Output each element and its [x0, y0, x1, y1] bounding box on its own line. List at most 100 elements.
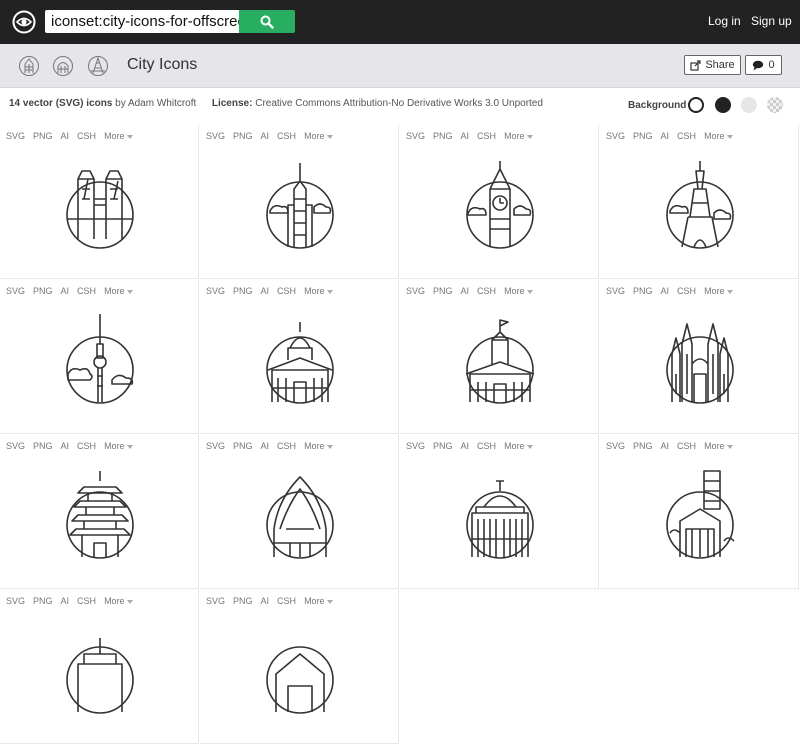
download-csh-link[interactable]: CSH: [77, 441, 96, 451]
download-csh-link[interactable]: CSH: [477, 441, 496, 451]
download-svg-link[interactable]: SVG: [206, 131, 225, 141]
license-text[interactable]: Creative Commons Attribution-No Derivati…: [252, 98, 543, 109]
download-ai-link[interactable]: AI: [261, 131, 270, 141]
icon-card[interactable]: SVG PNG AI CSH More: [600, 435, 799, 589]
download-ai-link[interactable]: AI: [461, 286, 470, 296]
download-png-link[interactable]: PNG: [33, 131, 53, 141]
download-more-link[interactable]: More: [704, 286, 733, 296]
download-csh-link[interactable]: CSH: [677, 131, 696, 141]
city-icon-14[interactable]: [264, 624, 336, 716]
download-png-link[interactable]: PNG: [433, 441, 453, 451]
download-png-link[interactable]: PNG: [33, 596, 53, 606]
sagrada-familia-icon[interactable]: [664, 314, 736, 406]
opera-house-icon[interactable]: [264, 469, 336, 561]
capitol-icon[interactable]: [464, 469, 536, 561]
icon-card[interactable]: SVG PNG AI CSH More: [400, 125, 599, 279]
download-ai-link[interactable]: AI: [61, 131, 70, 141]
download-csh-link[interactable]: CSH: [277, 286, 296, 296]
download-more-link[interactable]: More: [504, 131, 533, 141]
download-more-link[interactable]: More: [304, 596, 333, 606]
download-ai-link[interactable]: AI: [61, 441, 70, 451]
icon-card[interactable]: SVG PNG AI CSH More: [0, 280, 199, 434]
download-png-link[interactable]: PNG: [233, 286, 253, 296]
login-link[interactable]: Log in: [708, 14, 741, 28]
download-ai-link[interactable]: AI: [261, 286, 270, 296]
download-ai-link[interactable]: AI: [461, 441, 470, 451]
icon-card[interactable]: SVG PNG AI CSH More: [400, 280, 599, 434]
icon-card[interactable]: SVG PNG AI CSH More: [600, 280, 799, 434]
windmill-icon[interactable]: [664, 469, 736, 561]
download-png-link[interactable]: PNG: [233, 131, 253, 141]
download-more-link[interactable]: More: [704, 131, 733, 141]
icon-card[interactable]: SVG PNG AI CSH More: [200, 435, 399, 589]
icon-card[interactable]: SVG PNG AI CSH More: [200, 125, 399, 279]
download-svg-link[interactable]: SVG: [6, 596, 25, 606]
download-ai-link[interactable]: AI: [661, 286, 670, 296]
download-more-link[interactable]: More: [304, 131, 333, 141]
download-png-link[interactable]: PNG: [433, 131, 453, 141]
icon-card[interactable]: SVG PNG AI CSH More: [0, 435, 199, 589]
download-ai-link[interactable]: AI: [61, 596, 70, 606]
comments-button[interactable]: 0: [745, 55, 782, 75]
download-ai-link[interactable]: AI: [261, 596, 270, 606]
download-png-link[interactable]: PNG: [433, 286, 453, 296]
icon-card[interactable]: SVG PNG AI CSH More: [200, 590, 399, 744]
icon-card[interactable]: SVG PNG AI CSH More: [400, 435, 599, 589]
download-png-link[interactable]: PNG: [233, 441, 253, 451]
eiffel-tower-icon[interactable]: [664, 159, 736, 251]
download-more-link[interactable]: More: [304, 286, 333, 296]
download-svg-link[interactable]: SVG: [6, 441, 25, 451]
search-button[interactable]: [239, 10, 295, 33]
signup-link[interactable]: Sign up: [751, 14, 792, 28]
download-png-link[interactable]: PNG: [233, 596, 253, 606]
download-more-link[interactable]: More: [504, 441, 533, 451]
download-svg-link[interactable]: SVG: [6, 286, 25, 296]
download-csh-link[interactable]: CSH: [77, 131, 96, 141]
town-hall-icon[interactable]: [464, 314, 536, 406]
download-png-link[interactable]: PNG: [33, 441, 53, 451]
background-white-swatch[interactable]: [688, 97, 704, 113]
download-more-link[interactable]: More: [104, 131, 133, 141]
download-png-link[interactable]: PNG: [633, 131, 653, 141]
download-ai-link[interactable]: AI: [61, 286, 70, 296]
download-svg-link[interactable]: SVG: [6, 131, 25, 141]
background-black-swatch[interactable]: [715, 97, 731, 113]
icon-card[interactable]: SVG PNG AI CSH More: [0, 590, 199, 744]
download-csh-link[interactable]: CSH: [277, 596, 296, 606]
download-ai-link[interactable]: AI: [461, 131, 470, 141]
icon-card[interactable]: SVG PNG AI CSH More: [600, 125, 799, 279]
share-button[interactable]: Share: [684, 55, 741, 75]
big-ben-icon[interactable]: [464, 159, 536, 251]
download-csh-link[interactable]: CSH: [277, 131, 296, 141]
download-more-link[interactable]: More: [104, 286, 133, 296]
download-svg-link[interactable]: SVG: [406, 441, 425, 451]
download-csh-link[interactable]: CSH: [677, 441, 696, 451]
download-more-link[interactable]: More: [104, 441, 133, 451]
download-svg-link[interactable]: SVG: [206, 286, 225, 296]
download-svg-link[interactable]: SVG: [606, 131, 625, 141]
download-ai-link[interactable]: AI: [661, 441, 670, 451]
pagoda-icon[interactable]: [64, 469, 136, 561]
icon-card[interactable]: SVG PNG AI CSH More: [200, 280, 399, 434]
download-svg-link[interactable]: SVG: [606, 441, 625, 451]
background-transparent-swatch[interactable]: [767, 97, 783, 113]
download-csh-link[interactable]: CSH: [77, 596, 96, 606]
city-icon-13[interactable]: [64, 624, 136, 716]
download-png-link[interactable]: PNG: [33, 286, 53, 296]
download-svg-link[interactable]: SVG: [206, 441, 225, 451]
download-csh-link[interactable]: CSH: [477, 131, 496, 141]
search-input[interactable]: iconset:city-icons-for-offscreen-: [45, 10, 239, 33]
logo-icon[interactable]: [12, 10, 36, 34]
download-png-link[interactable]: PNG: [633, 441, 653, 451]
download-csh-link[interactable]: CSH: [677, 286, 696, 296]
author-text[interactable]: by Adam Whitcroft: [112, 98, 196, 109]
download-csh-link[interactable]: CSH: [77, 286, 96, 296]
download-ai-link[interactable]: AI: [261, 441, 270, 451]
download-svg-link[interactable]: SVG: [206, 596, 225, 606]
download-svg-link[interactable]: SVG: [406, 286, 425, 296]
download-more-link[interactable]: More: [104, 596, 133, 606]
background-gray-swatch[interactable]: [741, 97, 757, 113]
download-csh-link[interactable]: CSH: [477, 286, 496, 296]
download-more-link[interactable]: More: [504, 286, 533, 296]
download-svg-link[interactable]: SVG: [606, 286, 625, 296]
